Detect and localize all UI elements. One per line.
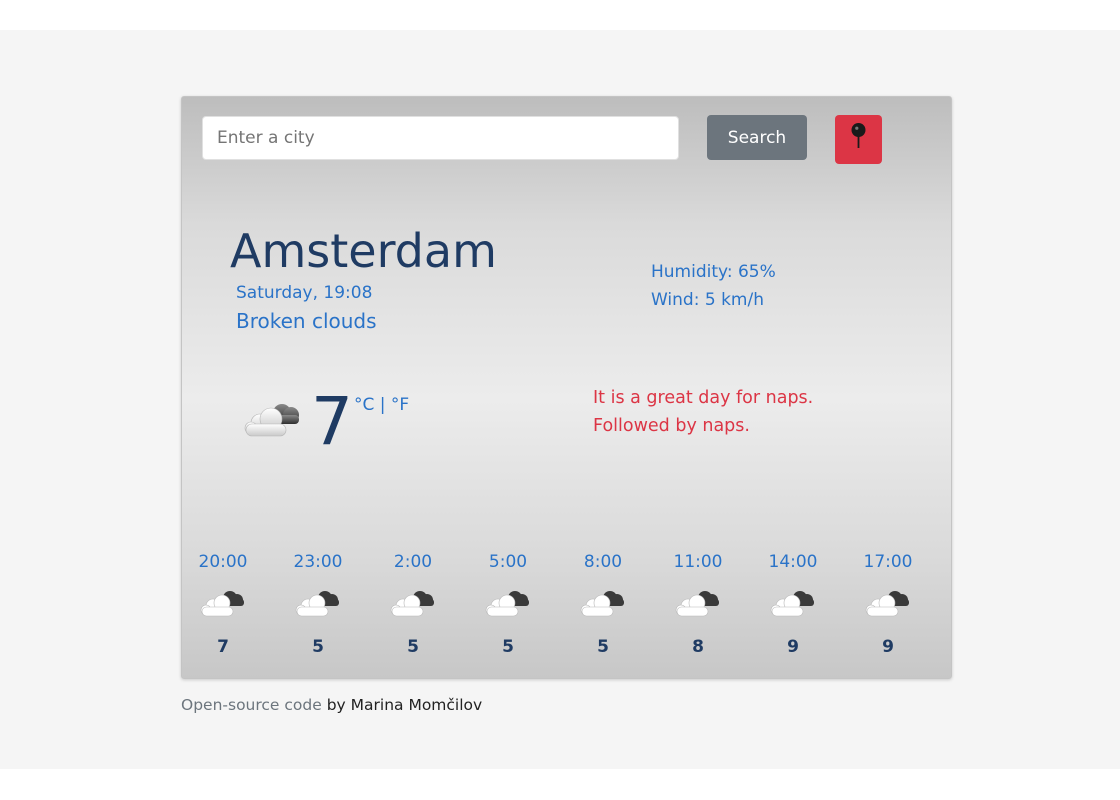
unit-toggle: °C | °F (354, 393, 409, 417)
forecast-item: 14:00 9 (753, 547, 833, 667)
city-search-input[interactable] (202, 116, 679, 160)
footer-author: by Marina Momčilov (321, 696, 483, 714)
current-temperature: 7 (311, 383, 353, 460)
celsius-link[interactable]: °C (354, 395, 374, 415)
weather-description: Broken clouds (236, 309, 377, 333)
forecast-item: 5:00 5 (468, 547, 548, 667)
open-source-link[interactable]: Open-source code (181, 696, 322, 714)
broken-clouds-icon (244, 404, 299, 437)
forecast-time: 5:00 (488, 552, 528, 572)
city-name: Amsterdam (230, 224, 497, 278)
message-line-2: Followed by naps. (593, 416, 750, 436)
forecast-time: 14:00 (768, 552, 818, 572)
broken-clouds-icon (295, 591, 339, 617)
forecast-temp: 9 (787, 637, 799, 657)
broken-clouds-icon (865, 591, 909, 617)
forecast-time: 20:00 (198, 552, 248, 572)
message-line-1: It is a great day for naps. (593, 388, 814, 408)
forecast-temp: 9 (882, 637, 894, 657)
broken-clouds-icon (485, 591, 529, 617)
fahrenheit-link[interactable]: °F (391, 395, 409, 415)
broken-clouds-icon (200, 591, 244, 617)
forecast-time: 8:00 (583, 552, 623, 572)
forecast-time: 17:00 (863, 552, 913, 572)
forecast-item: 23:00 5 (278, 547, 358, 667)
forecast-temp: 5 (502, 637, 514, 657)
forecast-time: 11:00 (673, 552, 723, 572)
forecast-item: 8:00 5 (563, 547, 643, 667)
broken-clouds-icon (675, 591, 719, 617)
unit-separator: | (379, 395, 386, 415)
weather-card: Search Amsterdam Saturday, 19:08 Broken … (181, 96, 952, 679)
forecast-item: 11:00 8 (658, 547, 738, 667)
current-location-button[interactable] (835, 115, 882, 164)
hourly-forecast: 20:00 7 23:00 5 2:00 5 5:00 5 8:00 5 11:… (182, 547, 953, 667)
broken-clouds-icon (770, 591, 814, 617)
forecast-time: 23:00 (293, 552, 343, 572)
broken-clouds-icon (390, 591, 434, 617)
forecast-temp: 7 (217, 637, 229, 657)
forecast-item: 17:00 9 (848, 547, 928, 667)
forecast-temp: 5 (407, 637, 419, 657)
forecast-temp: 8 (692, 637, 704, 657)
forecast-item: 2:00 5 (373, 547, 453, 667)
humidity-value: Humidity: 65% (651, 262, 776, 282)
broken-clouds-icon (580, 591, 624, 617)
forecast-time: 2:00 (393, 552, 433, 572)
forecast-temp: 5 (597, 637, 609, 657)
map-pin-icon (851, 123, 866, 148)
footer: Open-source code by Marina Momčilov (181, 694, 482, 716)
date-time: Saturday, 19:08 (236, 283, 373, 303)
forecast-temp: 5 (312, 637, 324, 657)
search-button[interactable]: Search (707, 115, 807, 160)
weather-message: It is a great day for naps. Followed by … (593, 384, 813, 440)
forecast-item: 20:00 7 (183, 547, 263, 667)
wind-value: Wind: 5 km/h (651, 290, 764, 310)
